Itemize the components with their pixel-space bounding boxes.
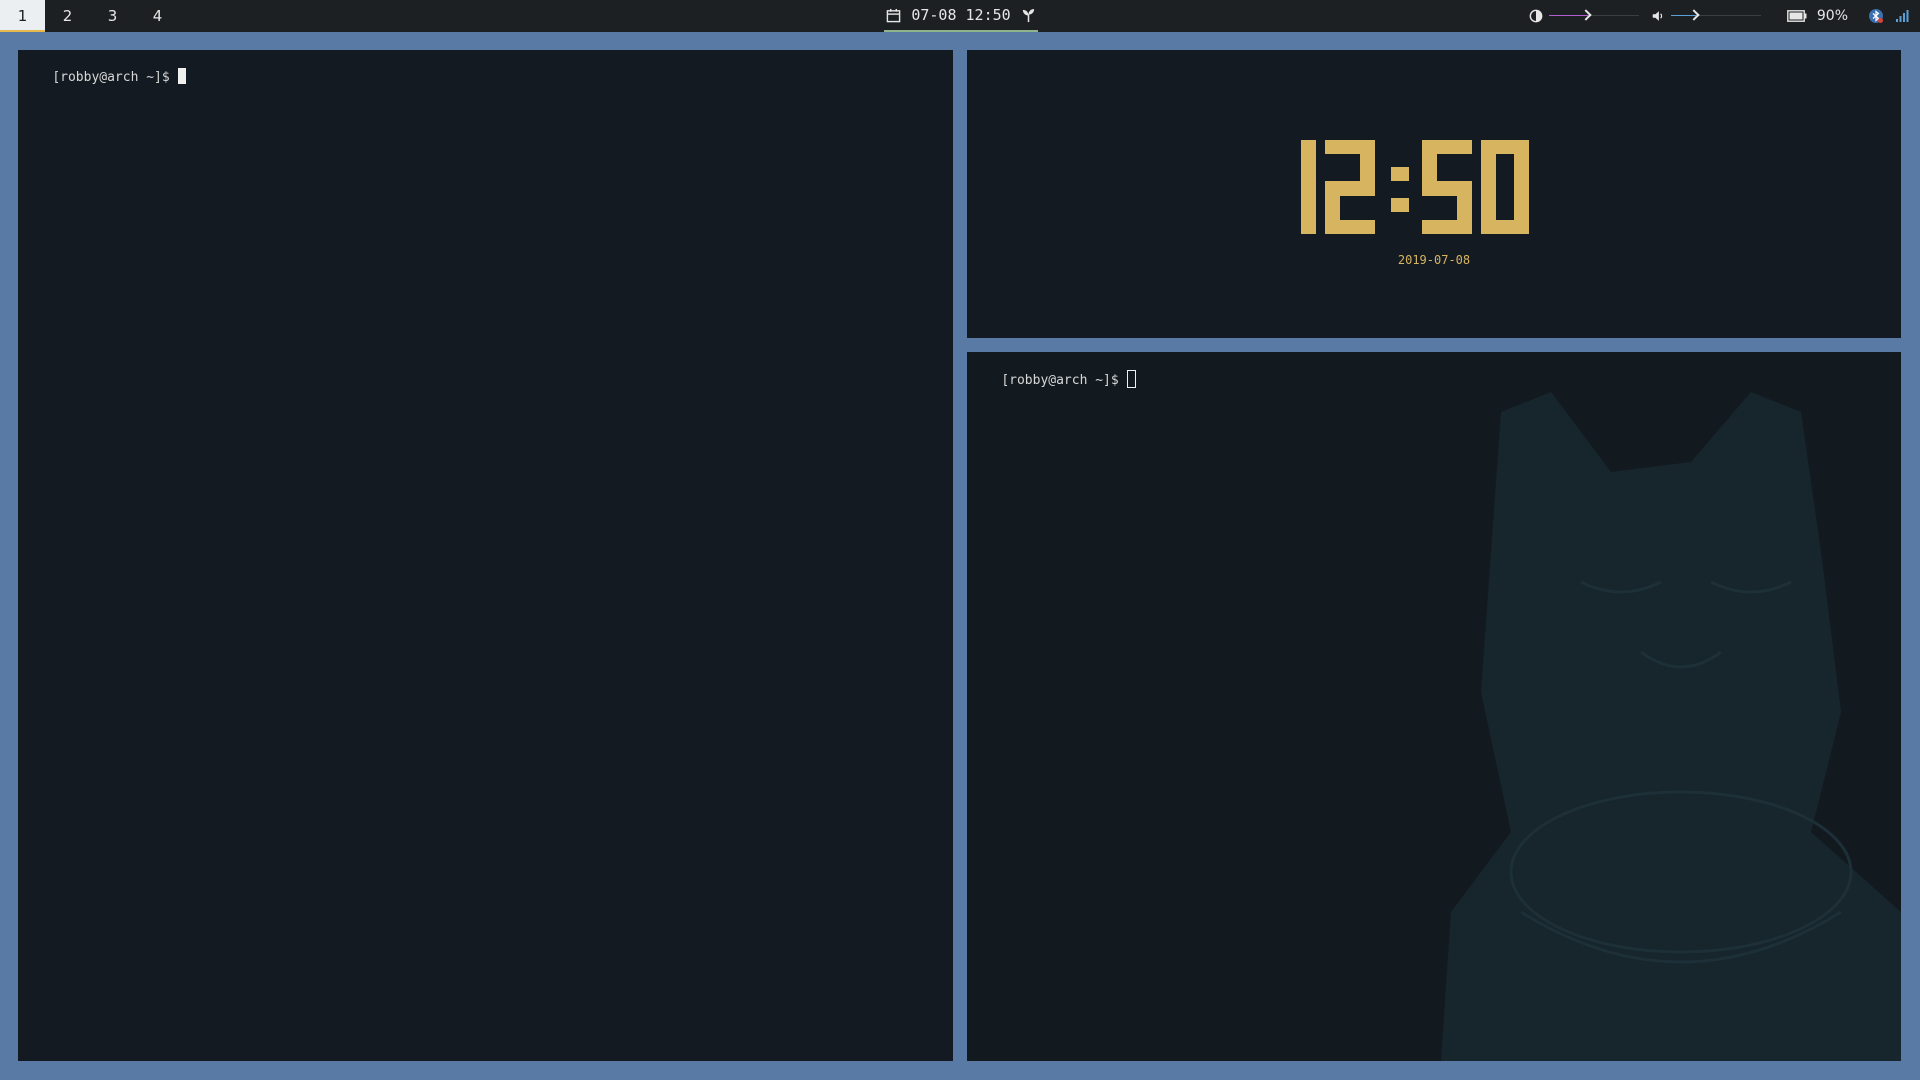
- network-signal-icon[interactable]: [1894, 8, 1910, 24]
- volume-icon[interactable]: [1651, 9, 1665, 23]
- battery-module[interactable]: 90%: [1786, 8, 1848, 24]
- brightness-slider-handle[interactable]: [1579, 9, 1592, 21]
- battery-icon: [1786, 10, 1807, 22]
- bar-clock-text: 07-08 12:50: [911, 6, 1011, 24]
- brightness-slider[interactable]: [1548, 8, 1639, 24]
- terminal-prompt: [robby@arch ~]$: [52, 70, 170, 85]
- terminal-prompt: [robby@arch ~]$: [1001, 373, 1119, 388]
- battery-percentage: 90%: [1816, 8, 1848, 24]
- terminal-cursor: [1126, 370, 1136, 388]
- workspace-3[interactable]: 3: [90, 0, 135, 32]
- bluetooth-icon[interactable]: [1868, 8, 1884, 24]
- terminal-prompt-line: [robby@arch ~]$: [970, 355, 1136, 403]
- workspace-switcher: 1 2 3 4: [0, 0, 180, 32]
- terminal-left[interactable]: [robby@arch ~]$: [18, 50, 953, 1061]
- cat-wallpaper-illustration: [1441, 392, 1901, 1061]
- terminal-cursor: [177, 68, 186, 84]
- terminal-right[interactable]: [robby@arch ~]$: [967, 352, 1901, 1061]
- workspace-2[interactable]: 2: [45, 0, 90, 32]
- calendar-icon: [887, 8, 901, 22]
- big-clock-digits: [1301, 140, 1529, 234]
- workspace-4[interactable]: 4: [135, 0, 180, 32]
- status-modules: 90%: [1529, 0, 1920, 32]
- sprout-icon: [1022, 8, 1034, 22]
- volume-slider[interactable]: [1670, 8, 1761, 24]
- volume-slider-handle[interactable]: [1688, 9, 1700, 21]
- bar-clock[interactable]: 07-08 12:50: [884, 0, 1038, 32]
- terminal-prompt-line: [robby@arch ~]$: [21, 53, 186, 100]
- clock-pane: 2019-07-08: [967, 50, 1901, 338]
- brightness-icon[interactable]: [1529, 9, 1543, 23]
- clock-date: 2019-07-08: [1397, 253, 1471, 267]
- top-bar: 1 2 3 4 07-08 12:50 90%: [0, 0, 1920, 32]
- workspace-1[interactable]: 1: [0, 0, 45, 32]
